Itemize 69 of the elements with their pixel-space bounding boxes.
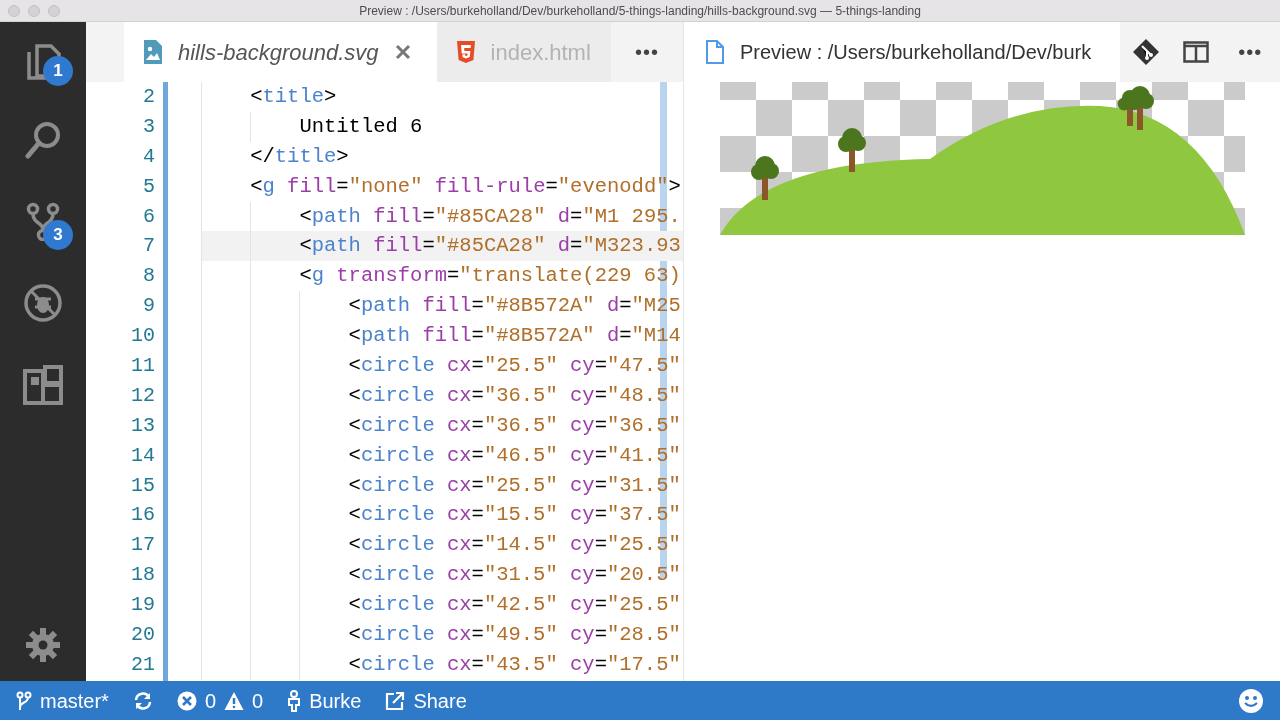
share-icon: [385, 690, 406, 711]
branch-icon: [16, 690, 32, 711]
line-number: 18: [130, 562, 156, 589]
line-number: 14: [130, 442, 156, 469]
line-number: 12: [130, 382, 156, 409]
code-line: <path fill="#8B572A" d="M25: [348, 293, 681, 320]
smiley-icon[interactable]: [1238, 687, 1264, 714]
code-line: <circle cx="25.5" cy="31.5": [348, 472, 681, 499]
line-number: 4: [142, 143, 156, 170]
error-icon: [176, 690, 197, 711]
split-editor-icon[interactable]: [1183, 41, 1209, 63]
code-line: Untitled 6: [299, 113, 423, 140]
extensions-icon[interactable]: [23, 365, 63, 405]
preview-tab[interactable]: Preview : /Users/burkeholland/Dev/burk: [684, 22, 1120, 82]
code-line: <path fill="#85CA28" d="M1 295.: [299, 203, 681, 230]
notification-badge: 3: [43, 220, 73, 250]
line-number: 9: [142, 293, 156, 320]
line-number: 7: [142, 233, 156, 260]
branch-status[interactable]: master*: [16, 685, 109, 716]
code-line: <g fill="none" fill-rule="evenodd">: [250, 173, 681, 200]
sync-icon: [132, 690, 153, 711]
code-line: <g transform="translate(229 63): [299, 263, 681, 290]
html-file-icon: [456, 41, 475, 63]
line-number: 20: [130, 622, 156, 649]
line-number: 3: [142, 113, 156, 140]
code-line: <path fill="#85CA28" d="M323.93: [299, 233, 681, 260]
code-line: <circle cx="15.5" cy="37.5": [348, 502, 681, 529]
no-bug-icon[interactable]: [23, 283, 63, 323]
warning-icon: [224, 690, 245, 711]
code-line: <circle cx="14.5" cy="25.5": [348, 532, 681, 559]
line-number: 15: [130, 472, 156, 499]
code-line: <circle cx="43.5" cy="17.5": [348, 651, 681, 678]
settings-icon[interactable]: [25, 627, 61, 663]
code-line: <circle cx="36.5" cy="48.5": [348, 382, 681, 409]
user-status[interactable]: Burke: [287, 685, 362, 716]
code-line: <circle cx="49.5" cy="28.5": [348, 622, 681, 649]
code-line: <circle cx="46.5" cy="41.5": [348, 442, 681, 469]
more-button[interactable]: •••: [628, 36, 665, 68]
line-number: 21: [130, 651, 156, 678]
line-number: 8: [142, 263, 156, 290]
line-number: 19: [130, 592, 156, 619]
search-icon[interactable]: [23, 119, 63, 159]
line-number: 11: [130, 353, 156, 379]
line-number: 5: [142, 173, 156, 200]
notification-badge: 1: [43, 56, 73, 86]
line-number: 6: [142, 203, 156, 230]
person-icon: [287, 689, 302, 712]
code-line: <path fill="#8B572A" d="M14: [348, 323, 681, 350]
git-icon[interactable]: [1131, 38, 1160, 66]
line-number: 17: [130, 532, 156, 559]
code-line: <title>: [250, 84, 337, 110]
line-number: 2: [142, 84, 156, 110]
editor-tab[interactable]: hills-background.svg: [124, 22, 437, 82]
close-icon[interactable]: [394, 44, 411, 60]
share-button[interactable]: Share: [385, 685, 467, 716]
code-line: <circle cx="36.5" cy="36.5": [348, 412, 681, 439]
line-number: 13: [130, 412, 156, 439]
file-icon: [706, 40, 724, 64]
code-line: <circle cx="42.5" cy="25.5": [348, 592, 681, 619]
more-button[interactable]: •••: [1232, 36, 1269, 68]
image-file-icon: [144, 40, 162, 64]
window-title: Preview : /Users/burkeholland/Dev/burkeholland/5-things-landing/hills-background.svg — 5-things-landing: [359, 2, 921, 20]
line-number: 16: [130, 502, 156, 529]
code-line: <circle cx="25.5" cy="47.5": [348, 353, 681, 379]
problems-status[interactable]: 0 0: [176, 685, 264, 716]
code-line: </title>: [250, 143, 349, 170]
line-number: 10: [130, 323, 156, 350]
code-line: <circle cx="31.5" cy="20.5": [348, 562, 681, 589]
sync-button[interactable]: [132, 690, 153, 711]
